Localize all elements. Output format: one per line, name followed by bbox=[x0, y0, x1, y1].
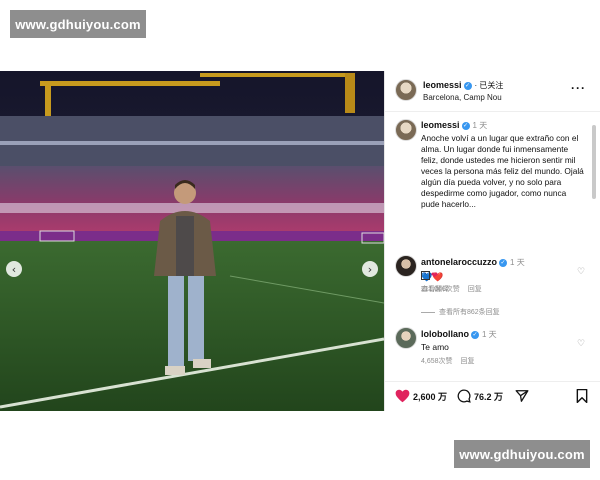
heart-icon[interactable]: ♡ bbox=[577, 339, 585, 349]
comment-likes[interactable]: 4,658次赞 bbox=[421, 358, 453, 365]
chevron-left-icon[interactable]: ‹ bbox=[6, 261, 22, 277]
author-username[interactable]: leomessi bbox=[423, 80, 462, 90]
post-photo[interactable]: ‹ › bbox=[0, 71, 384, 411]
avatar[interactable] bbox=[395, 79, 417, 101]
avatar[interactable] bbox=[395, 119, 417, 141]
avatar[interactable] bbox=[395, 327, 417, 349]
reply-button[interactable]: 回复 bbox=[461, 358, 475, 365]
comment-header: antonelaroccuzzo ✓ 1 天 bbox=[421, 257, 525, 268]
comment-header: lolobollano ✓ 1 天 bbox=[421, 329, 497, 340]
verified-icon: ✓ bbox=[471, 330, 479, 339]
comment-action[interactable]: 76.2 万 bbox=[457, 389, 503, 403]
caption-text: Anoche volví a un lugar que extraño con … bbox=[421, 133, 584, 209]
comment-username[interactable]: antonelaroccuzzo bbox=[421, 257, 497, 267]
share-icon[interactable] bbox=[515, 389, 529, 403]
instagram-post: ‹ › leomessi ✓ · 已关注 Barcelona, Camp Nou ·… bbox=[0, 71, 600, 411]
post-sidebar: leomessi ✓ · 已关注 Barcelona, Camp Nou ··· l… bbox=[384, 71, 600, 411]
reply-button[interactable]: 回复 bbox=[468, 286, 482, 293]
comment-username[interactable]: lolobollano bbox=[421, 329, 469, 339]
bookmark-action[interactable] bbox=[576, 388, 588, 408]
post-location[interactable]: Barcelona, Camp Nou bbox=[423, 93, 502, 102]
action-bar: 2,600 万 76.2 万 bbox=[385, 381, 600, 412]
comment-count: 76.2 万 bbox=[474, 391, 504, 402]
comment-time: 1 天 bbox=[482, 330, 497, 339]
caption-username[interactable]: leomessi bbox=[421, 120, 460, 130]
scrollbar[interactable] bbox=[592, 125, 596, 199]
comment-meta: 211,066次赞 回复 bbox=[421, 284, 482, 294]
verified-icon: ✓ bbox=[461, 121, 470, 130]
comment-text: Te amo bbox=[421, 342, 449, 352]
view-replies-link[interactable]: 查看所有862条回复 bbox=[421, 307, 500, 317]
comment-meta: 4,658次赞 回复 bbox=[421, 356, 475, 366]
stadium-photo bbox=[0, 71, 384, 411]
flag-icon bbox=[421, 271, 430, 281]
comment-time: 1 天 bbox=[510, 258, 525, 267]
comment-text: ❤ bbox=[421, 270, 438, 281]
comment-icon[interactable] bbox=[457, 389, 471, 403]
post-header: leomessi ✓ · 已关注 Barcelona, Camp Nou ··· bbox=[385, 71, 600, 112]
chevron-right-icon[interactable]: › bbox=[362, 261, 378, 277]
post-author[interactable]: leomessi ✓ · 已关注 bbox=[423, 80, 503, 91]
verified-icon: ✓ bbox=[463, 81, 472, 90]
comment-likes[interactable]: 211,066次赞 bbox=[421, 286, 460, 293]
heart-icon[interactable]: ♡ bbox=[577, 267, 585, 277]
bookmark-icon[interactable] bbox=[576, 388, 588, 404]
like-action[interactable]: 2,600 万 bbox=[395, 389, 447, 403]
heart-icon[interactable] bbox=[395, 389, 410, 403]
more-icon[interactable]: ··· bbox=[571, 81, 586, 95]
like-count: 2,600 万 bbox=[413, 391, 448, 402]
watermark-top: www.gdhuiyou.com bbox=[10, 10, 146, 38]
caption-time: 1 天 bbox=[472, 121, 488, 130]
follow-status[interactable]: · 已关注 bbox=[475, 81, 504, 90]
share-action[interactable] bbox=[515, 389, 532, 403]
caption-header: leomessi ✓ 1 天 bbox=[421, 120, 487, 131]
avatar[interactable] bbox=[395, 255, 417, 277]
watermark-bottom: www.gdhuiyou.com bbox=[454, 440, 590, 468]
verified-icon: ✓ bbox=[499, 258, 508, 267]
